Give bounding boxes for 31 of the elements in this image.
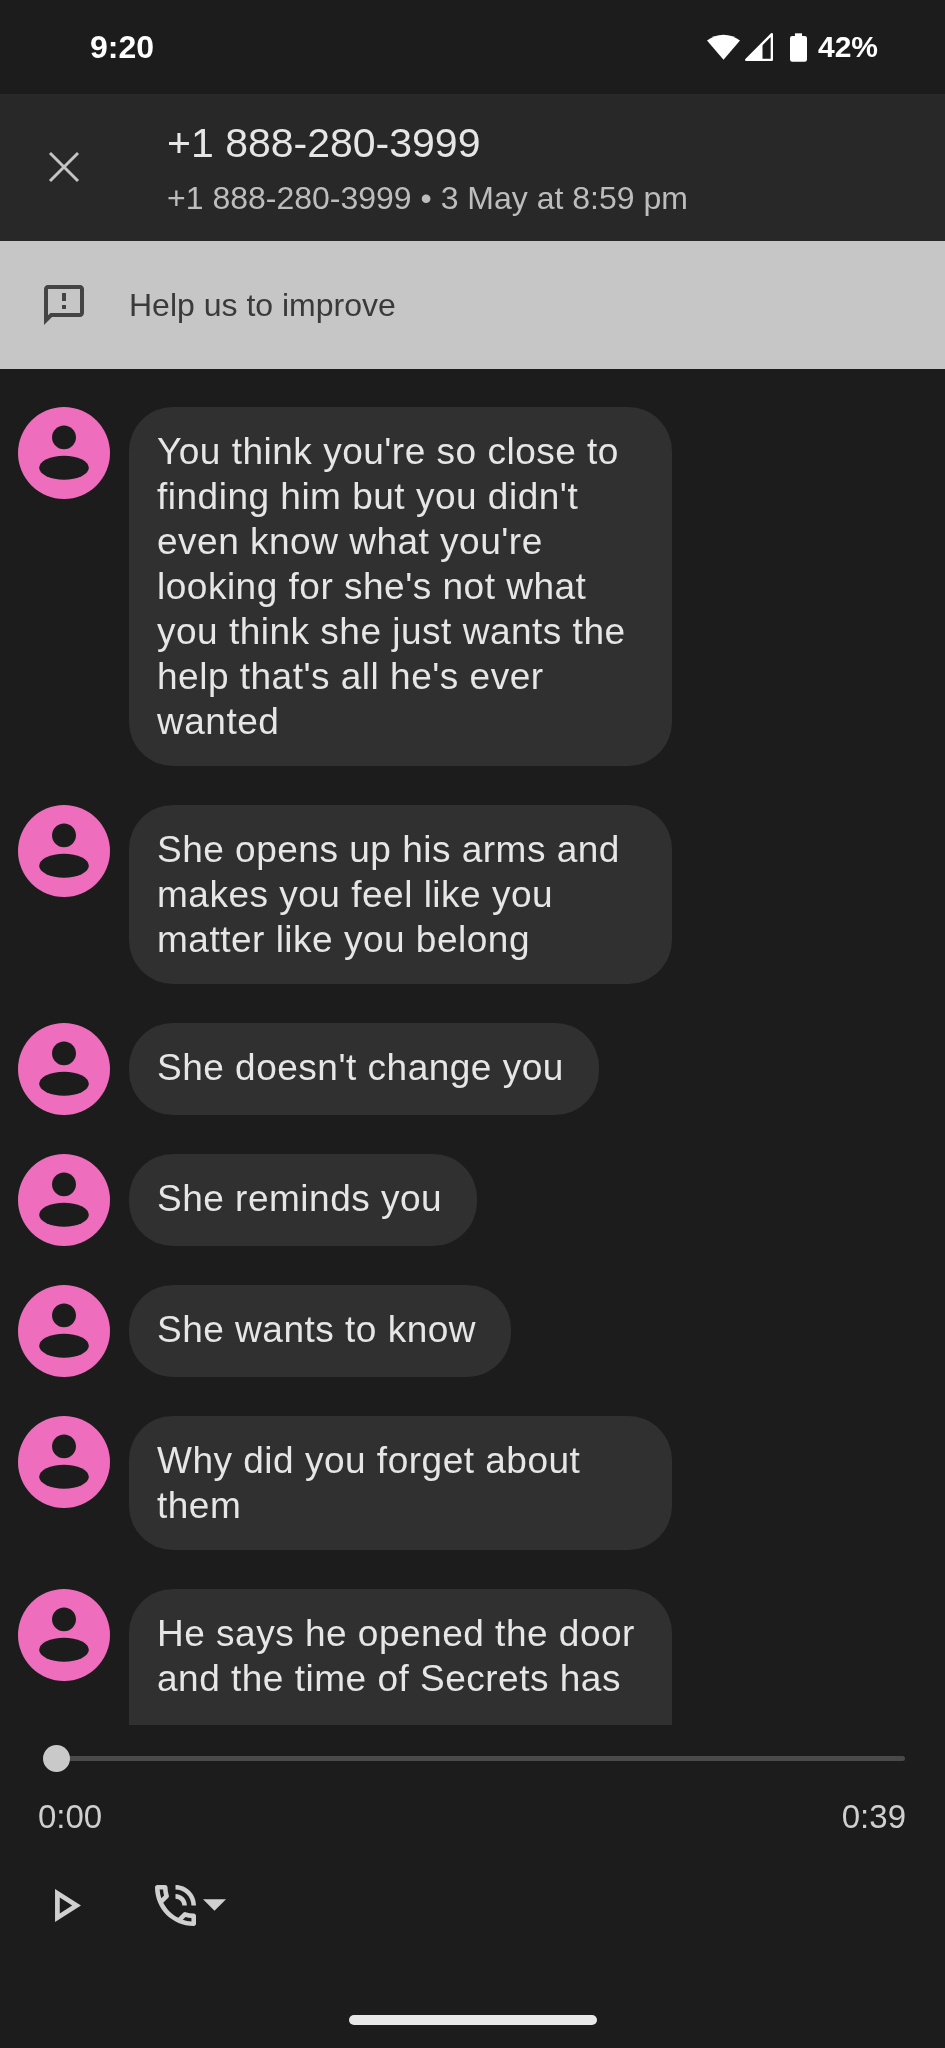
- message-text: She reminds you: [157, 1177, 443, 1221]
- phone-icon: [155, 1884, 196, 1926]
- feedback-banner[interactable]: Help us to improve: [0, 241, 945, 369]
- battery-icon: [789, 32, 807, 62]
- message-text: She opens up his arms and makes you feel like you matter like you belong: [157, 828, 621, 962]
- avatar-icon: [18, 1023, 110, 1115]
- wifi-icon: [706, 34, 740, 60]
- avatar-icon: [18, 1285, 110, 1377]
- header-title: +1 888-280-3999: [167, 119, 481, 168]
- feedback-icon: [44, 285, 84, 325]
- seek-slider[interactable]: [43, 1745, 905, 1772]
- status-time: 9:20: [90, 31, 155, 63]
- battery-percentage: 42%: [817, 32, 878, 62]
- header-subtitle: +1 888-280-3999 • 3 May at 8:59 pm: [167, 179, 688, 218]
- avatar-icon: [18, 407, 110, 499]
- message-text: Why did you forget about them: [157, 1439, 582, 1528]
- elapsed-time: 0:00: [38, 1797, 103, 1837]
- avatar-icon: [18, 805, 110, 897]
- total-duration: 0:39: [841, 1797, 906, 1837]
- avatar-icon: [18, 1589, 110, 1681]
- message-text: You think you're so close to finding him but you didn't even know what you're looking for she's not what you think she just wants the help that's all he's ever wanted: [157, 430, 627, 744]
- message-text: She doesn't change you: [157, 1046, 564, 1090]
- avatar-icon: [18, 1154, 110, 1246]
- message-text: She wants to know: [157, 1308, 477, 1352]
- caret-icon: [203, 1899, 226, 1911]
- play-icon: [55, 1888, 81, 1922]
- message-text: He says he opened the door and the time of Secrets has: [157, 1612, 636, 1701]
- close-icon: [48, 151, 80, 183]
- slider-thumb[interactable]: [43, 1745, 70, 1772]
- avatar-icon: [18, 1416, 110, 1508]
- signal-icon: [744, 33, 773, 61]
